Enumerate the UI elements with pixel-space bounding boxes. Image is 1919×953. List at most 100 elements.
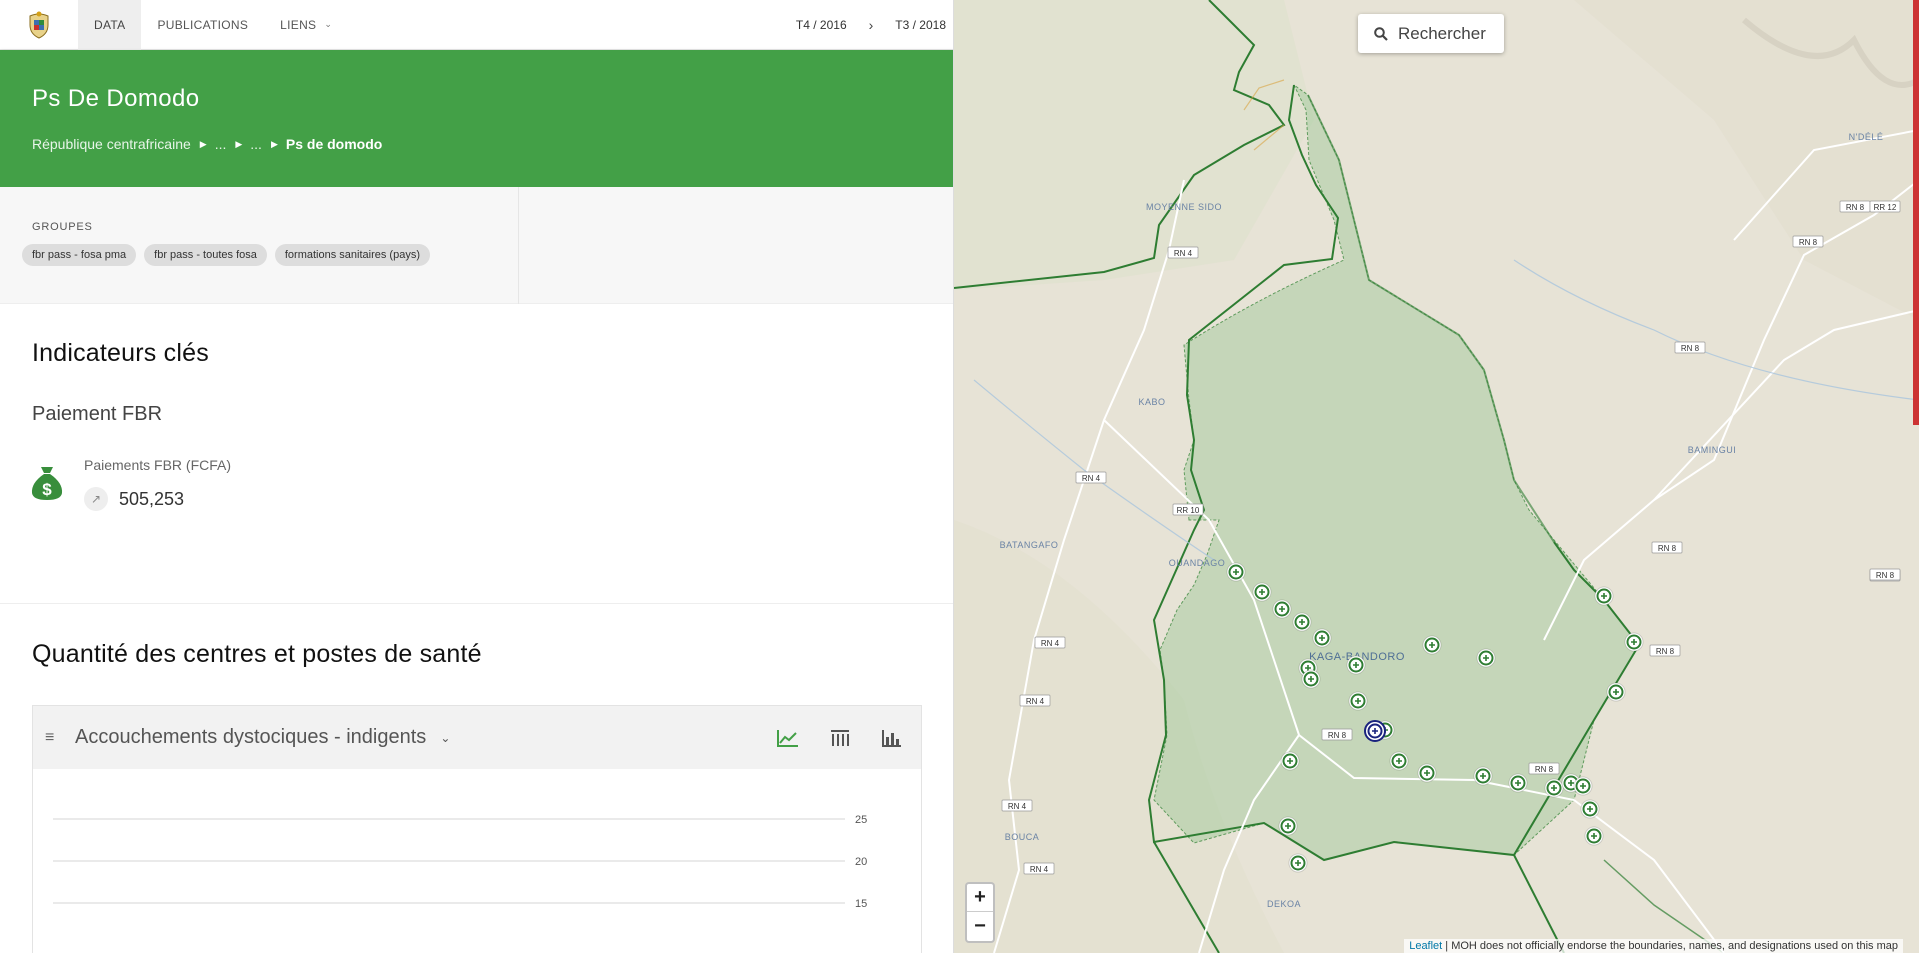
health-facility-marker[interactable] xyxy=(1580,799,1600,819)
health-facility-marker[interactable] xyxy=(1272,599,1292,619)
nav-liens-label: LIENS xyxy=(280,17,317,32)
health-facility-marker[interactable] xyxy=(1508,773,1528,793)
search-icon xyxy=(1374,26,1388,41)
health-facility-marker[interactable] xyxy=(1278,816,1298,836)
line-chart-icon[interactable] xyxy=(773,723,803,753)
town-label: BOUCA xyxy=(1005,832,1040,842)
health-facility-marker[interactable] xyxy=(1292,612,1312,632)
health-facility-marker[interactable] xyxy=(1346,655,1366,675)
svg-text:RN 8: RN 8 xyxy=(1535,765,1554,774)
groups-title: GROUPES xyxy=(32,221,93,233)
zoom-in-button[interactable]: + xyxy=(967,884,993,912)
health-facility-marker[interactable] xyxy=(1389,751,1409,771)
health-facility-marker[interactable] xyxy=(1594,586,1614,606)
town-label: KABO xyxy=(1138,397,1165,407)
chevron-down-icon[interactable]: ⌄ xyxy=(440,731,450,745)
svg-text:RN 8: RN 8 xyxy=(1658,544,1677,553)
period-start[interactable]: T4 / 2016 xyxy=(778,18,865,32)
health-facility-marker[interactable] xyxy=(1226,562,1246,582)
breadcrumb-item-level-2[interactable]: ... xyxy=(250,136,262,152)
road-label: RN 8 xyxy=(1649,644,1681,657)
town-label: MOYENNE SIDO xyxy=(1146,202,1222,212)
groups-section: GROUPES fbr pass - fosa pma fbr pass - t… xyxy=(0,187,953,304)
svg-text:RN 8: RN 8 xyxy=(1799,238,1818,247)
nav-publications[interactable]: PUBLICATIONS xyxy=(141,0,264,50)
period-selector: T4 / 2016 › T3 / 2018 xyxy=(778,0,953,50)
svg-text:RN 8: RN 8 xyxy=(1846,203,1865,212)
column-settings-icon[interactable] xyxy=(825,723,855,753)
health-facility-marker[interactable] xyxy=(1606,682,1626,702)
svg-text:$: $ xyxy=(42,480,52,499)
health-facility-marker[interactable] xyxy=(1301,669,1321,689)
town-label: BAMINGUI xyxy=(1688,445,1737,455)
period-end[interactable]: T3 / 2018 xyxy=(877,18,953,32)
health-facility-marker[interactable] xyxy=(1624,632,1644,652)
hero-header: Ps De Domodo République centrafricaine ▶… xyxy=(0,50,953,187)
zoom-out-button[interactable]: − xyxy=(967,912,993,940)
health-facility-marker[interactable] xyxy=(1252,582,1272,602)
health-facility-marker[interactable] xyxy=(1422,635,1442,655)
road-label: RN 4 xyxy=(1075,471,1107,484)
attribution-text: | MOH does not officially endorse the bo… xyxy=(1442,940,1898,952)
breadcrumb-caret-icon: ▶ xyxy=(199,138,207,149)
coat-of-arms-icon xyxy=(29,11,49,39)
svg-text:RN 4: RN 4 xyxy=(1030,865,1049,874)
map-search[interactable]: Rechercher xyxy=(1358,14,1504,53)
breadcrumb-item-country[interactable]: République centrafricaine xyxy=(32,136,191,152)
road-label: RN 8 xyxy=(1674,341,1706,354)
groups-column: GROUPES fbr pass - fosa pma fbr pass - t… xyxy=(0,187,519,304)
map-attribution: Leaflet | MOH does not officially endors… xyxy=(1404,939,1903,953)
group-chip[interactable]: fbr pass - fosa pma xyxy=(22,244,137,266)
road-label: RR 12 xyxy=(1869,200,1901,213)
chart-card: ≡ Accouchements dystociques - indigents … xyxy=(32,705,922,953)
indicator-section-title: Paiement FBR xyxy=(32,403,163,425)
nav-liens[interactable]: LIENS ⌄ xyxy=(264,0,348,50)
group-chips: fbr pass - fosa pma fbr pass - toutes fo… xyxy=(22,244,430,266)
town-label: OUANDAGO xyxy=(1169,558,1226,568)
health-facility-marker[interactable] xyxy=(1584,826,1604,846)
search-placeholder: Rechercher xyxy=(1398,23,1486,43)
page-title: Ps De Domodo xyxy=(32,85,200,112)
health-facility-marker[interactable] xyxy=(1544,778,1564,798)
breadcrumb-item-level-1[interactable]: ... xyxy=(215,136,227,152)
road-label: RN 8 xyxy=(1869,568,1901,581)
selected-facility-marker[interactable] xyxy=(1364,720,1386,742)
trend-arrow-icon: ↗ xyxy=(84,487,108,511)
centres-title: Quantité des centres et postes de santé xyxy=(32,640,482,668)
town-label: BATANGAFO xyxy=(1000,540,1059,550)
svg-text:RN 4: RN 4 xyxy=(1082,474,1101,483)
y-tick-label: 20 xyxy=(855,856,867,868)
scrollbar[interactable] xyxy=(1913,0,1919,425)
chart-indicator-selector[interactable]: Accouchements dystociques - indigents xyxy=(75,726,426,749)
health-facility-marker[interactable] xyxy=(1288,853,1308,873)
health-facility-marker[interactable] xyxy=(1417,763,1437,783)
leaflet-link[interactable]: Leaflet xyxy=(1409,940,1442,952)
nav-publications-label: PUBLICATIONS xyxy=(157,17,249,32)
road-label: RN 4 xyxy=(1023,862,1055,875)
health-facility-marker[interactable] xyxy=(1573,776,1593,796)
bar-chart-icon[interactable] xyxy=(877,723,907,753)
hamburger-menu-icon[interactable]: ≡ xyxy=(45,729,61,747)
svg-text:RR 12: RR 12 xyxy=(1874,203,1897,212)
money-bag-icon: $ xyxy=(31,467,63,500)
svg-text:RN 8: RN 8 xyxy=(1656,647,1675,656)
road-label: RN 8 xyxy=(1792,235,1824,248)
map-panel[interactable]: RN 4 RN 4 RN 4 RN 4 RN 4 RN 4 RR 10 RN 8 RN 8 RN … xyxy=(954,0,1919,953)
road-label: RR 10 xyxy=(1172,503,1204,516)
health-facility-marker[interactable] xyxy=(1312,628,1332,648)
group-chip[interactable]: formations sanitaires (pays) xyxy=(274,244,430,266)
svg-text:RR 10: RR 10 xyxy=(1177,506,1200,515)
health-facility-marker[interactable] xyxy=(1476,648,1496,668)
logo[interactable] xyxy=(0,0,78,50)
road-label: RN 8 xyxy=(1839,200,1871,213)
nav-data[interactable]: DATA xyxy=(78,0,142,50)
health-facility-marker[interactable] xyxy=(1280,751,1300,771)
map-canvas[interactable]: RN 4 RN 4 RN 4 RN 4 RN 4 RN 4 RR 10 RN 8 RN 8 RN … xyxy=(954,0,1919,953)
chart-header: ≡ Accouchements dystociques - indigents … xyxy=(33,706,921,769)
group-chip[interactable]: fbr pass - toutes fosa xyxy=(144,244,267,266)
breadcrumb-caret-icon: ▶ xyxy=(235,138,243,149)
town-label: N'DÉLÉ xyxy=(1849,132,1884,142)
svg-text:RN 4: RN 4 xyxy=(1041,639,1060,648)
health-facility-marker[interactable] xyxy=(1473,766,1493,786)
health-facility-marker[interactable] xyxy=(1348,691,1368,711)
